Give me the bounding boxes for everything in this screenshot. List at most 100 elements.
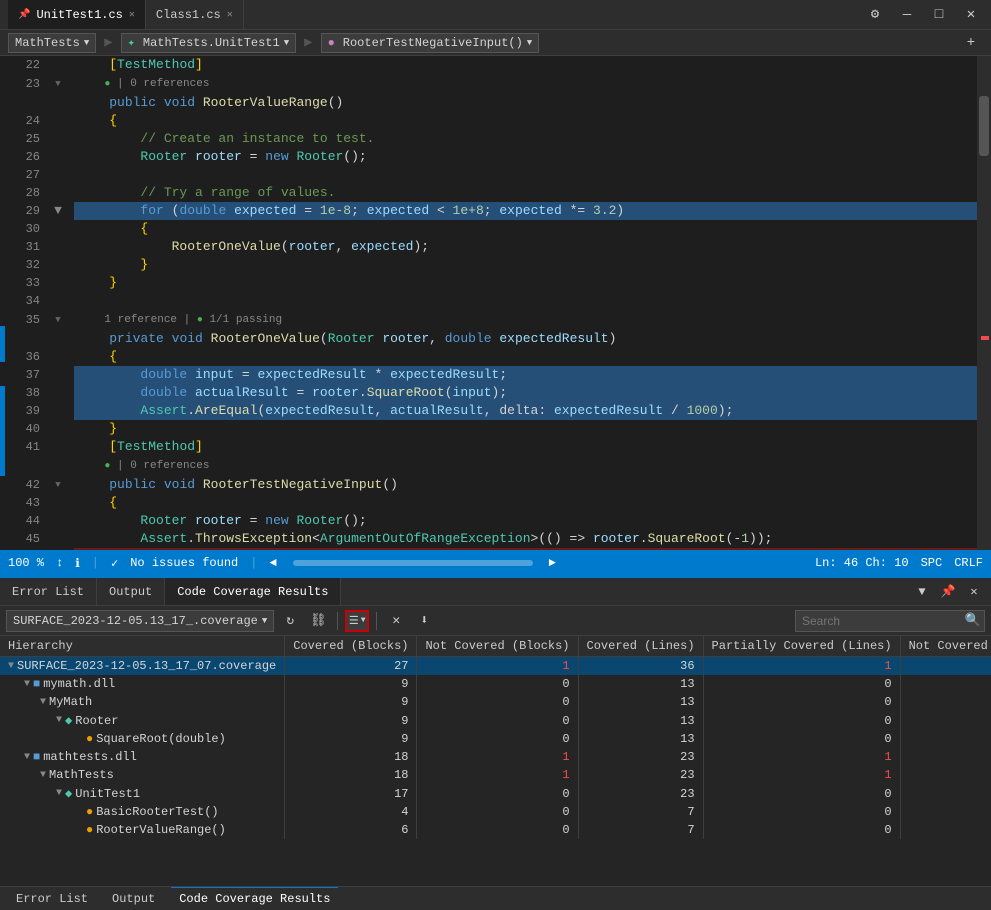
- table-row[interactable]: ●BasicRooterTest() 4 0 7 0 0: [0, 803, 991, 821]
- col-header-partially-covered[interactable]: Partially Covered (Lines): [703, 636, 900, 657]
- tab-class1[interactable]: Class1.cs ✕: [146, 0, 244, 29]
- chevron-down-icon: ▼: [84, 38, 89, 48]
- expand-icon[interactable]: ▼: [56, 788, 62, 799]
- line-num: 32: [5, 256, 50, 274]
- add-tab-btn[interactable]: +: [959, 31, 983, 55]
- tab-output[interactable]: Output: [97, 578, 165, 605]
- table-row[interactable]: ▼◆Rooter 9 0 13 0 0: [0, 711, 991, 730]
- table-row[interactable]: ▼■mymath.dll 9 0 13 0 0: [0, 675, 991, 693]
- table-row[interactable]: ●RooterValueRange() 6 0 7 0 0: [0, 821, 991, 839]
- separator: |: [92, 556, 99, 570]
- code-indicator: ▼: [50, 310, 66, 330]
- covered-lines-cell: 13: [578, 693, 703, 711]
- row-name: UnitTest1: [75, 787, 140, 801]
- pin-icon: 📌: [18, 9, 30, 21]
- nav-left-btn[interactable]: ◄: [269, 556, 276, 570]
- export-btn[interactable]: ⬇: [412, 610, 436, 632]
- coverage-file-dropdown[interactable]: SURFACE_2023-12-05.13_17_.coverage ▼: [6, 610, 274, 632]
- tab-close[interactable]: ✕: [227, 9, 233, 21]
- minimize-btn[interactable]: —: [895, 3, 919, 27]
- covered-blocks-cell: 9: [285, 730, 417, 748]
- refresh-btn[interactable]: ↻: [278, 610, 302, 632]
- code-indicator: [50, 348, 66, 366]
- code-gutter: [66, 112, 74, 130]
- tab-close[interactable]: ✕: [129, 9, 135, 21]
- expand-icon[interactable]: ▼: [8, 661, 14, 672]
- not-covered-lines-cell: 0: [900, 766, 991, 784]
- covered-lines-cell: 7: [578, 803, 703, 821]
- tab-error-list[interactable]: Error List: [0, 578, 97, 605]
- code-indicator: [50, 166, 66, 184]
- code-gutter: [66, 348, 74, 366]
- status-right: Ln: 46 Ch: 10 SPC CRLF: [815, 556, 983, 570]
- search-input[interactable]: [796, 614, 962, 628]
- project-label: MathTests: [15, 36, 80, 50]
- code-gutter: [66, 366, 74, 384]
- table-row[interactable]: ▼MathTests 18 1 23 1 0: [0, 766, 991, 784]
- code-editor[interactable]: 22 [TestMethod] 23 ▼ ● | 0 references: [5, 56, 977, 550]
- code-indicator: 🔴: [50, 548, 66, 550]
- code-coverage-status-label: Code Coverage Results: [179, 892, 330, 906]
- tab-unittest[interactable]: 📌 UnitTest1.cs ✕: [8, 0, 146, 29]
- col-header-covered-blocks[interactable]: Covered (Blocks): [285, 636, 417, 657]
- close-btn[interactable]: ✕: [959, 3, 983, 27]
- covered-blocks-cell: 18: [285, 748, 417, 766]
- table-row[interactable]: ▼◆UnitTest1 17 0 23 0 0: [0, 784, 991, 803]
- sync-icon[interactable]: ↕: [56, 556, 63, 570]
- code-content: Rooter rooter = new Rooter();: [74, 148, 977, 166]
- info-icon[interactable]: ℹ: [75, 556, 80, 571]
- col-header-covered-lines[interactable]: Covered (Lines): [578, 636, 703, 657]
- link-btn[interactable]: ⛓: [306, 610, 330, 632]
- code-indicator: [50, 530, 66, 548]
- code-gutter: [66, 384, 74, 402]
- coverage-table-wrapper[interactable]: Hierarchy Covered (Blocks) Not Covered (…: [0, 636, 991, 886]
- error-list-status-tab[interactable]: Error List: [8, 887, 96, 910]
- code-content: [74, 292, 977, 310]
- covered-blocks-cell: 17: [285, 784, 417, 803]
- expand-icon[interactable]: ▼: [40, 697, 46, 708]
- table-row[interactable]: ▼SURFACE_2023-12-05.13_17_07.coverage 27…: [0, 657, 991, 676]
- table-row[interactable]: ▼MyMath 9 0 13 0 0: [0, 693, 991, 711]
- col-header-not-covered-lines[interactable]: Not Covered (Lines: [900, 636, 991, 657]
- code-content: [TestMethod]: [74, 438, 977, 456]
- clear-btn[interactable]: ✕: [384, 610, 408, 632]
- method-dropdown[interactable]: ● RooterTestNegativeInput() ▼: [321, 33, 540, 53]
- settings-icon[interactable]: ⚙: [863, 3, 887, 27]
- expand-icon[interactable]: ▼: [40, 770, 46, 781]
- expand-icon[interactable]: ▼: [24, 679, 30, 690]
- separator: |: [250, 556, 257, 570]
- code-coverage-status-tab[interactable]: Code Coverage Results: [171, 887, 338, 910]
- table-row[interactable]: ●SquareRoot(double) 9 0 13 0 0: [0, 730, 991, 748]
- expand-icon[interactable]: ▼: [56, 715, 62, 726]
- col-header-not-covered-blocks[interactable]: Not Covered (Blocks): [417, 636, 578, 657]
- table-row: ● | 0 references: [5, 456, 977, 476]
- covered-blocks-cell: 9: [285, 675, 417, 693]
- nav-right-btn[interactable]: ►: [549, 556, 556, 570]
- search-icon[interactable]: 🔍: [962, 610, 984, 632]
- output-status-tab[interactable]: Output: [104, 887, 163, 910]
- pin-panel-btn[interactable]: 📌: [937, 581, 959, 603]
- expand-icon[interactable]: ▼: [24, 752, 30, 763]
- table-row[interactable]: ▼■mathtests.dll 18 1 23 1 0: [0, 748, 991, 766]
- row-name: SquareRoot(double): [96, 732, 226, 746]
- not-covered-lines-cell: 0: [900, 748, 991, 766]
- vertical-scrollbar[interactable]: [977, 56, 991, 550]
- maximize-btn[interactable]: □: [927, 3, 951, 27]
- tab-code-coverage[interactable]: Code Coverage Results: [165, 578, 341, 605]
- partially-covered-cell: 0: [703, 784, 900, 803]
- col-header-hierarchy[interactable]: Hierarchy: [0, 636, 285, 657]
- code-indicator: [50, 512, 66, 530]
- dropdown-icon[interactable]: ▼: [911, 581, 933, 603]
- covered-blocks-cell: 4: [285, 803, 417, 821]
- not-covered-blocks-cell: 0: [417, 730, 578, 748]
- filter-btn[interactable]: ☰ ▼: [345, 610, 369, 632]
- code-content: public void RooterTestNegativeInput(): [74, 476, 977, 494]
- code-content: [TestMethod]: [74, 56, 977, 74]
- line-num: 44: [5, 512, 50, 530]
- code-indicator: [50, 274, 66, 292]
- class-dropdown[interactable]: ✦ MathTests.UnitTest1 ▼: [121, 33, 296, 53]
- close-panel-btn[interactable]: ✕: [963, 581, 985, 603]
- project-dropdown[interactable]: MathTests ▼: [8, 33, 96, 53]
- code-content: double input = expectedResult * expected…: [74, 366, 977, 384]
- code-gutter: [66, 130, 74, 148]
